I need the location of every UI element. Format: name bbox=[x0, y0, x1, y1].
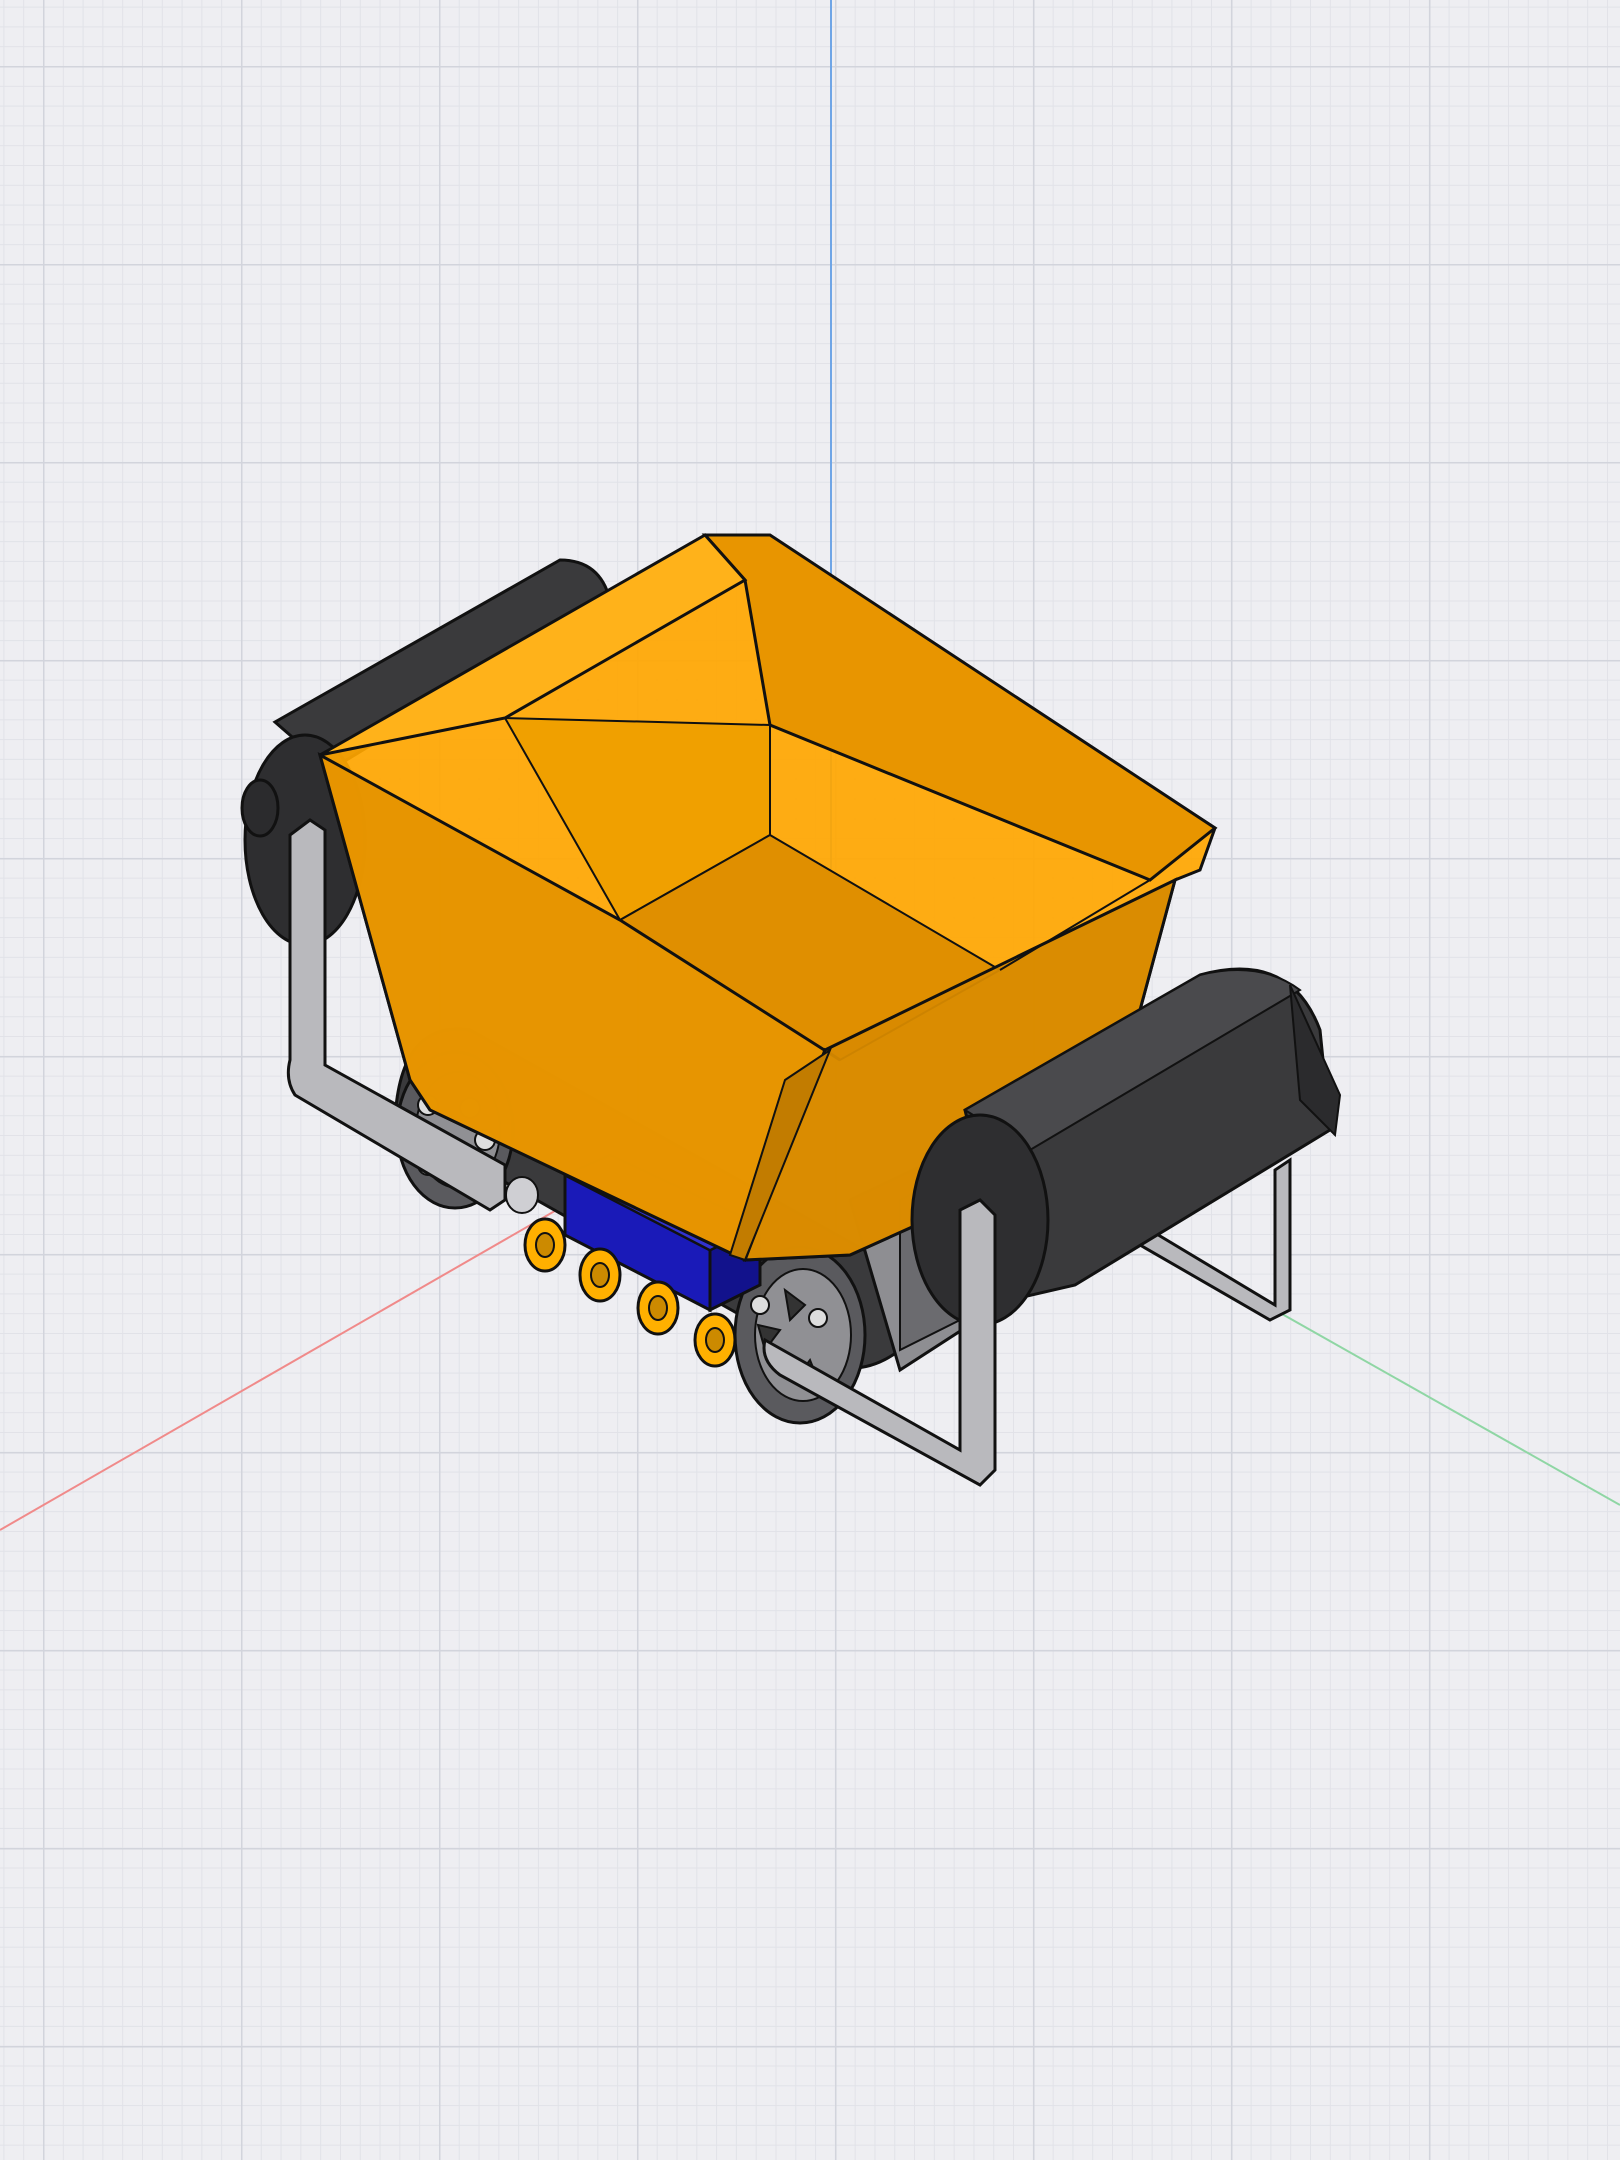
3d-viewport[interactable] bbox=[0, 0, 1620, 2160]
scene-canvas[interactable] bbox=[0, 0, 1620, 2160]
x-axis-line bbox=[0, 1184, 601, 1531]
